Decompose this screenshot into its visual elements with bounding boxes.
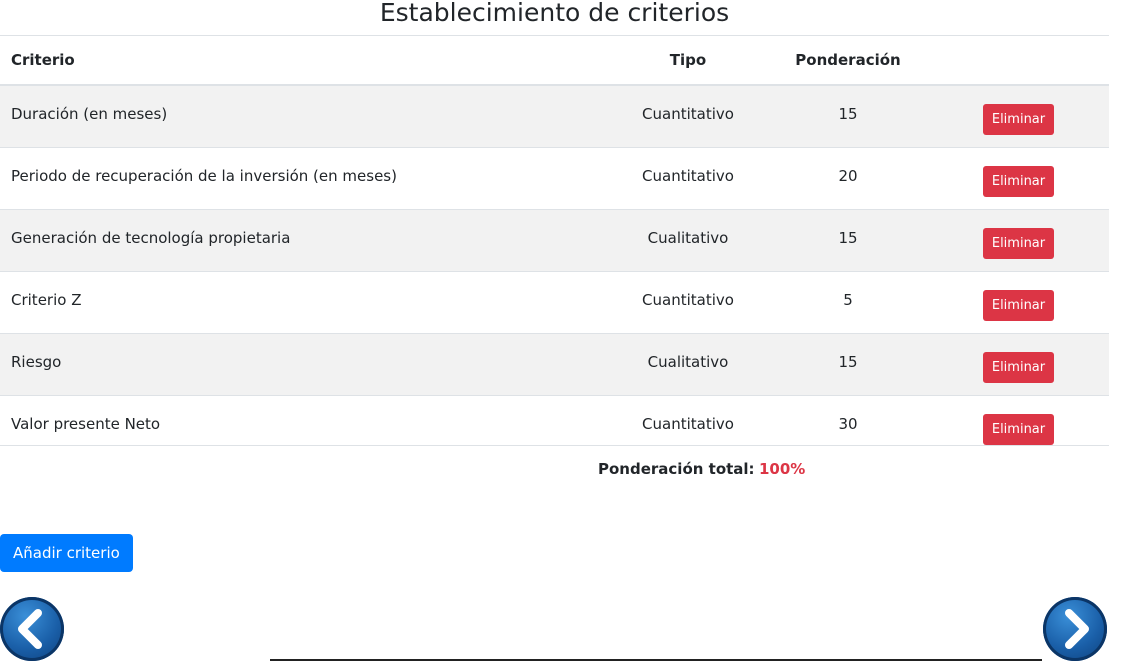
criteria-table: Criterio Tipo Ponderación Duración (en m…: [0, 35, 1109, 457]
cell-ponderacion: 5: [768, 271, 928, 334]
table-row: Generación de tecnología propietaria Cua…: [0, 209, 1109, 272]
delete-button[interactable]: Eliminar: [982, 166, 1055, 197]
total-value: 100%: [759, 460, 806, 478]
cell-ponderacion: 15: [768, 333, 928, 396]
column-header-tipo: Tipo: [608, 35, 768, 86]
cell-criterio: Duración (en meses): [0, 84, 608, 148]
cell-actions: Eliminar: [928, 84, 1109, 148]
chevron-left-icon: [18, 609, 42, 649]
table-row: Riesgo Cualitativo 15 Eliminar: [0, 333, 1109, 396]
delete-button[interactable]: Eliminar: [982, 290, 1055, 321]
cell-tipo: Cuantitativo: [608, 147, 768, 210]
delete-button[interactable]: Eliminar: [982, 414, 1055, 445]
delete-button[interactable]: Eliminar: [982, 104, 1055, 135]
table-header-row: Criterio Tipo Ponderación: [0, 35, 1109, 86]
cell-criterio: Criterio Z: [0, 271, 608, 334]
cell-criterio: Riesgo: [0, 333, 608, 396]
next-button[interactable]: [1043, 597, 1107, 661]
cell-ponderacion: 20: [768, 147, 928, 210]
cell-ponderacion: 15: [768, 84, 928, 148]
delete-button[interactable]: Eliminar: [982, 352, 1055, 383]
delete-button[interactable]: Eliminar: [982, 228, 1055, 259]
cell-actions: Eliminar: [928, 147, 1109, 210]
cell-actions: Eliminar: [928, 333, 1109, 396]
column-header-criterio: Criterio: [0, 35, 608, 86]
cell-ponderacion: 15: [768, 209, 928, 272]
cell-criterio: Generación de tecnología propietaria: [0, 209, 608, 272]
cell-actions: Eliminar: [928, 395, 1109, 457]
page-title: Establecimiento de criterios: [379, 0, 730, 27]
table-row: Valor presente Neto Cuantitativo 30 Elim…: [0, 395, 1109, 457]
column-header-actions: [928, 35, 1109, 86]
cell-tipo: Cuantitativo: [608, 84, 768, 148]
cell-tipo: Cualitativo: [608, 209, 768, 272]
cell-ponderacion: 30: [768, 395, 928, 457]
page: Establecimiento de criterios Criterio Ti…: [0, 0, 1124, 661]
previous-button[interactable]: [0, 597, 64, 661]
column-header-ponderacion: Ponderación: [768, 35, 928, 86]
cell-criterio: Periodo de recuperación de la inversión …: [0, 147, 608, 210]
total-label: Ponderación total:: [598, 460, 755, 478]
add-criterion-button[interactable]: Añadir criterio: [0, 534, 133, 572]
table-row: Duración (en meses) Cuantitativo 15 Elim…: [0, 84, 1109, 148]
cell-actions: Eliminar: [928, 271, 1109, 334]
cell-criterio: Valor presente Neto: [0, 395, 608, 457]
cell-tipo: Cualitativo: [608, 333, 768, 396]
chevron-right-icon: [1065, 609, 1089, 649]
table-row: Periodo de recuperación de la inversión …: [0, 147, 1109, 210]
table-row: Criterio Z Cuantitativo 5 Eliminar: [0, 271, 1109, 334]
cell-tipo: Cuantitativo: [608, 271, 768, 334]
cell-actions: Eliminar: [928, 209, 1109, 272]
total-divider: [0, 445, 1109, 446]
cell-tipo: Cuantitativo: [608, 395, 768, 457]
